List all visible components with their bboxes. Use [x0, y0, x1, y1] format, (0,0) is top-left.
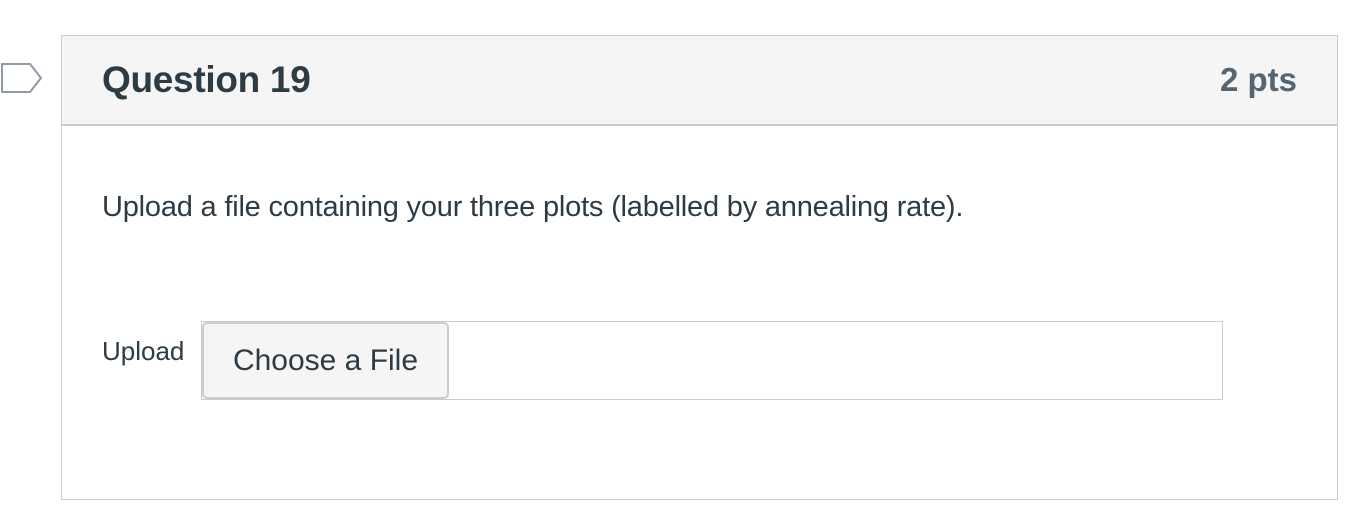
- upload-label: Upload: [102, 336, 185, 366]
- question-title: Question 19: [102, 59, 311, 100]
- question-card: Question 19 2 pts Upload a file containi…: [61, 35, 1338, 500]
- question-text: Upload a file containing your three plot…: [102, 191, 964, 223]
- file-upload-field[interactable]: Choose a File: [201, 321, 1223, 400]
- question-header: Question 19 2 pts: [62, 36, 1337, 126]
- choose-file-button[interactable]: Choose a File: [202, 322, 449, 399]
- bookmark-flag-icon[interactable]: [0, 60, 44, 96]
- question-points: 2 pts: [1219, 61, 1297, 98]
